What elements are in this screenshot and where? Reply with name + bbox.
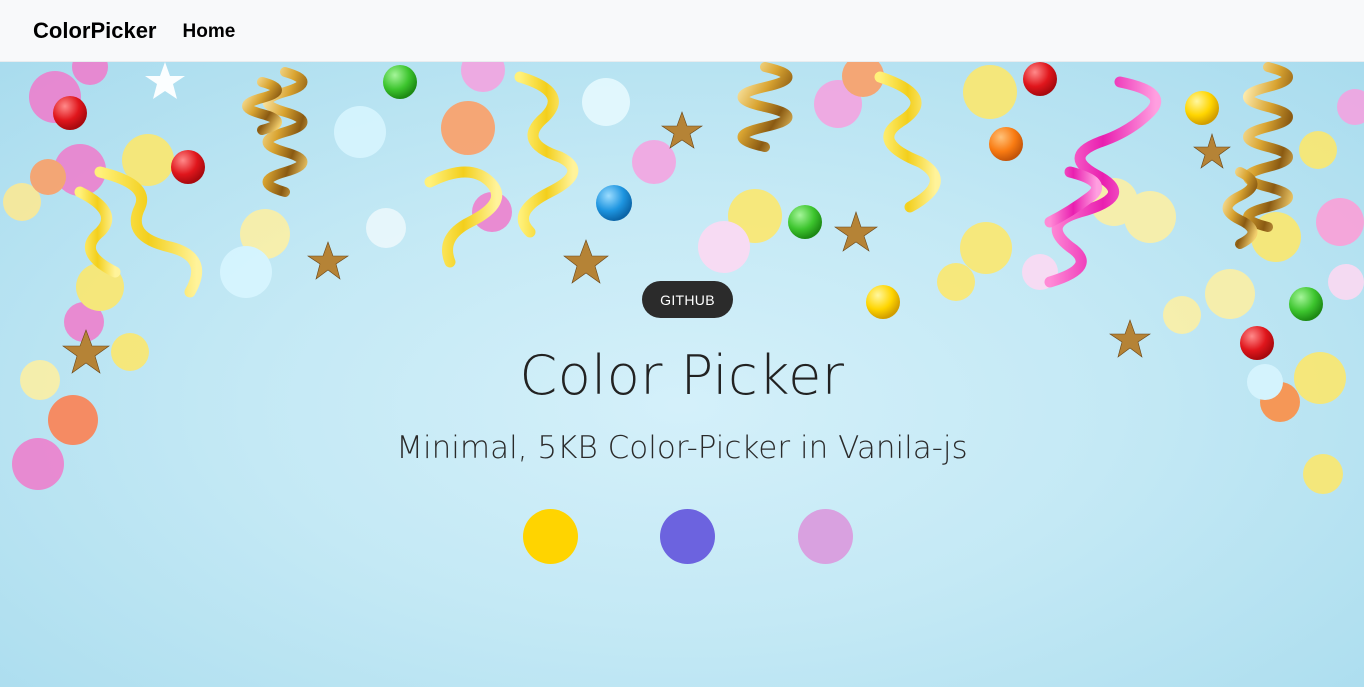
hero-title: Color Picker (519, 344, 845, 407)
nav-link-home[interactable]: Home (183, 21, 236, 43)
github-button[interactable]: GITHUB (642, 281, 733, 318)
brand-logo-link[interactable]: ColorPicker (33, 18, 157, 44)
color-swatch-purple[interactable] (660, 509, 715, 564)
hero-banner: GITHUB Color Picker Minimal, 5KB Color-P… (0, 62, 1364, 687)
color-swatch-lilac[interactable] (798, 509, 853, 564)
color-swatch-yellow[interactable] (523, 509, 578, 564)
hero-subtitle: Minimal, 5KB Color-Picker in Vanila-js (396, 430, 968, 466)
top-navbar: ColorPicker Home (0, 0, 1364, 62)
